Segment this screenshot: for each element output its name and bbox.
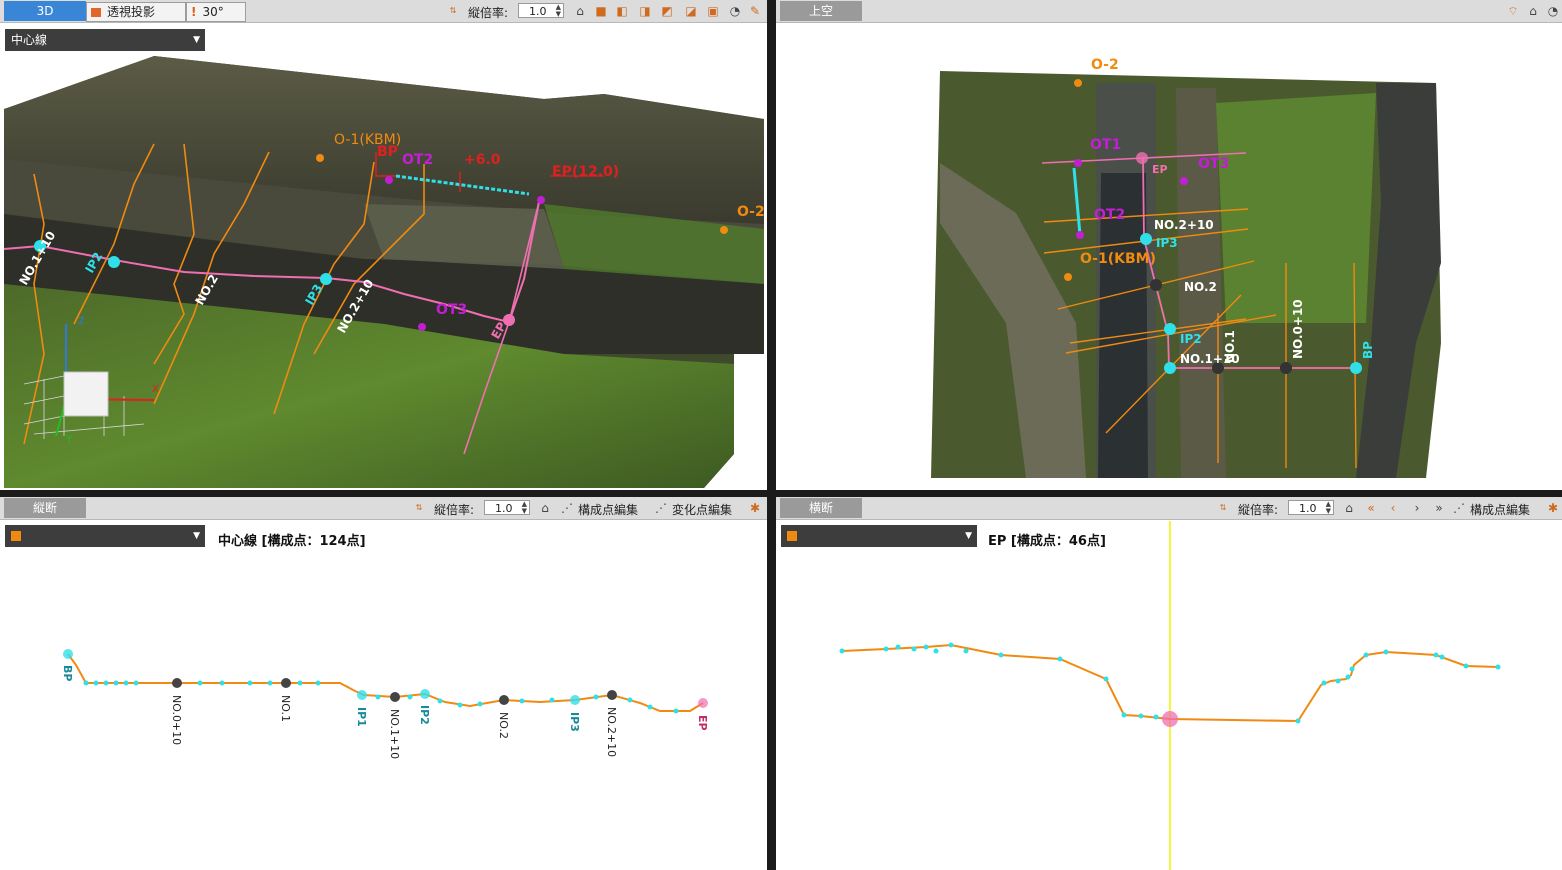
angle-label: 30° (202, 5, 224, 19)
station-label: NO.0+10 (170, 695, 183, 745)
home-icon-top[interactable]: ⌂ (1526, 4, 1540, 18)
station-label: IP1 (355, 707, 368, 727)
top-label-o1-kbm: O-1(KBM) (1080, 251, 1156, 267)
view-back-icon[interactable]: ◨ (638, 4, 652, 18)
top-label-no0-10: NO.0+10 (1291, 299, 1305, 359)
station-label: NO.2 (497, 712, 510, 739)
view-3d-toolbar: 3D 透視投影 ! 30° ⇅ 縦倍率: 1.0 ▲ ▼ ⌂ ■ ◧ ◨ ◩ ◪ ▣… (0, 0, 767, 23)
cross-section-pane: 横断 ⇅ 縦倍率: 1.0 ▲ ▼ ⌂ « ‹ › » ⋰ 構成点編集 ✱ ▼ E… (776, 497, 1562, 870)
label-ot3: OT3 (436, 302, 467, 318)
angle-icon: ! (191, 5, 197, 19)
station-label: NO.2+10 (605, 707, 618, 757)
perspective-label: 透視投影 (107, 5, 156, 19)
home-icon[interactable]: ⌂ (573, 4, 587, 18)
station-label: IP3 (568, 712, 581, 732)
top-label-ip3: IP3 (1156, 236, 1178, 250)
top-label-ot2: OT2 (1094, 207, 1125, 223)
scale-value: 1.0 (529, 5, 547, 18)
scale-label: 縦倍率: (468, 6, 509, 20)
cross-section-profile (839, 521, 1501, 870)
layer-select[interactable]: 中心線 ▼ (5, 29, 205, 51)
chevron-down-icon: ▼ (193, 35, 200, 45)
axis-z-label: Z (78, 316, 85, 327)
label-ot2: OT2 (402, 152, 433, 168)
angle-button[interactable]: ! 30° (186, 2, 246, 22)
label-o2: O-2 (737, 204, 765, 220)
scale-spinner[interactable]: 1.0 ▲ ▼ (518, 3, 564, 18)
station-label: NO.1+10 (388, 709, 401, 759)
top-label-no1: NO.1 (1223, 330, 1237, 363)
station-label: EP (696, 715, 709, 731)
axis-y-label: Y (65, 434, 73, 445)
scale-icon: ⇅ (449, 6, 457, 15)
top-label-no2: NO.2 (1184, 280, 1217, 294)
top-label-ep: EP (1152, 163, 1168, 176)
perspective-icon (91, 8, 101, 17)
station-label: NO.1 (279, 695, 292, 722)
top-label-ot1: OT1 (1090, 137, 1121, 153)
top-label-ot3: OT3 (1198, 156, 1229, 172)
label-ep12: EP(12.0) (552, 164, 619, 180)
station-label: IP2 (418, 705, 431, 725)
station-label: BP (61, 665, 74, 681)
view-top-canvas[interactable]: O-2 OT1 EP OT3 OT2 NO.2+10 IP3 O-1(KBM) … (776, 23, 1562, 490)
wifi-icon[interactable]: ⌔ (1506, 4, 1520, 18)
view-left-icon[interactable]: ◪ (684, 4, 698, 18)
mouse-icon-top[interactable]: ◔ (1546, 4, 1560, 18)
view-right-icon[interactable]: ▣ (706, 4, 720, 18)
pen-icon[interactable]: ✎ (748, 4, 762, 18)
longitudinal-pane: 縦断 ⇅ 縦倍率: 1.0 ▲ ▼ ⌂ ⋰ 構成点編集 ⋰ 変化点編集 ✱ ▼ 中… (0, 497, 767, 870)
label-bp: BP (377, 144, 398, 160)
top-label-o2: O-2 (1091, 57, 1119, 73)
top-label-no2-10: NO.2+10 (1154, 218, 1214, 232)
view-top-pane: 上空 ⌔ ⌂ ◔ O-2 OT1 EP OT3 OT2 NO.2+10 IP3 … (776, 0, 1562, 490)
spinner-arrows-icon[interactable]: ▲ ▼ (556, 4, 561, 18)
mouse-icon[interactable]: ◔ (728, 4, 742, 18)
axis-x-label: X (152, 384, 159, 395)
longitudinal-profile: BP NO.0+10 NO.1 IP1 NO.1+10 IP2 NO.2 IP3… (61, 649, 709, 759)
view-3d-canvas[interactable]: O-1(KBM) BP OT2 +6.0 EP(12.0) O-2 OT3 NO… (4, 24, 765, 488)
tab-3d[interactable]: 3D (4, 1, 86, 21)
view-top-icon[interactable]: ◩ (660, 4, 674, 18)
tab-top-view[interactable]: 上空 (780, 1, 862, 21)
view-side-icon[interactable]: ◧ (615, 4, 629, 18)
view-3d-pane: 3D 透視投影 ! 30° ⇅ 縦倍率: 1.0 ▲ ▼ ⌂ ■ ◧ ◨ ◩ ◪ ▣… (0, 0, 767, 490)
label-plus6: +6.0 (464, 152, 501, 168)
view-front-icon[interactable]: ■ (594, 4, 608, 18)
top-label-ip2: IP2 (1180, 332, 1202, 346)
layer-select-value: 中心線 (11, 33, 48, 47)
top-label-bp: BP (1361, 341, 1375, 359)
view-top-toolbar: 上空 ⌔ ⌂ ◔ (776, 0, 1562, 23)
perspective-button[interactable]: 透視投影 (86, 2, 186, 22)
